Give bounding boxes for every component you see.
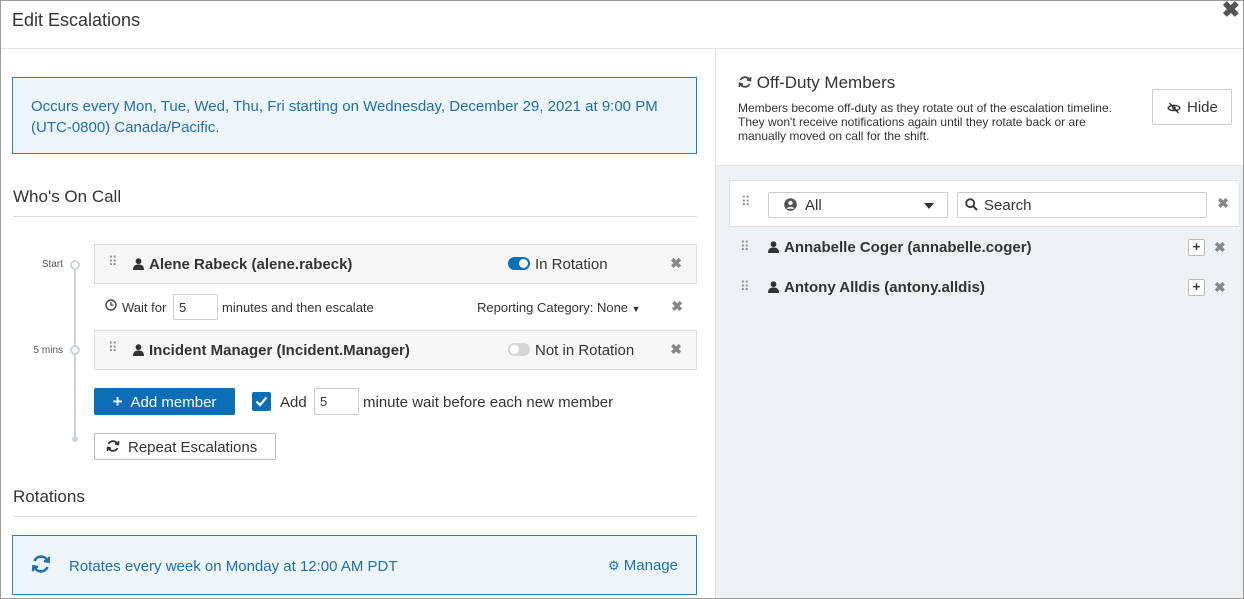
eye-slash-icon <box>1167 101 1181 118</box>
add-member-label: Add member <box>130 394 217 411</box>
off-duty-member-name-text: Antony Alldis (antony.alldis) <box>784 279 985 296</box>
off-duty-title-text: Off-Duty Members <box>756 73 896 92</box>
drag-handle-icon[interactable]: ⠿ <box>108 341 117 354</box>
escalation-member-row: ⠿ Alene Rabeck (alene.rabeck) In Rotatio… <box>94 244 697 284</box>
drag-handle-icon[interactable]: ⠿ <box>740 280 749 293</box>
remove-off-duty-icon[interactable]: ✖ <box>1214 239 1226 256</box>
search-box[interactable] <box>957 192 1207 218</box>
off-duty-header: Off-Duty Members Members become off-duty… <box>716 50 1243 166</box>
off-duty-member-row: ⠿ Antony Alldis (antony.alldis) + ✖ <box>740 278 1240 300</box>
drag-handle-icon[interactable]: ⠿ <box>108 255 117 268</box>
divider <box>13 216 697 217</box>
hide-button[interactable]: Hide <box>1152 89 1232 125</box>
checkmark-icon <box>255 396 268 407</box>
off-duty-title: Off-Duty Members <box>738 73 895 93</box>
clear-filter-icon[interactable]: ✖ <box>1217 195 1229 212</box>
member-name: Incident Manager (Incident.Manager) <box>133 342 410 360</box>
rotation-status-label: Not in Rotation <box>535 342 635 359</box>
user-icon <box>133 257 144 274</box>
reporting-category-dropdown[interactable]: Reporting Category: None ▼ <box>477 300 641 315</box>
search-icon <box>965 198 978 216</box>
edit-escalations-dialog: Edit Escalations ✖ Occurs every Mon, Tue… <box>0 0 1244 599</box>
timeline-dot <box>70 345 80 355</box>
member-name-text: Incident Manager (Incident.Manager) <box>149 342 410 359</box>
drag-handle-icon[interactable]: ⠿ <box>740 240 749 253</box>
add-to-escalation-button[interactable]: + <box>1188 279 1205 296</box>
off-duty-member-name-text: Annabelle Coger (annabelle.coger) <box>784 239 1032 256</box>
add-wait-suffix: minute wait before each new member <box>363 394 614 411</box>
rotations-title: Rotations <box>13 487 85 506</box>
rotation-toggle[interactable] <box>508 343 530 356</box>
manage-label: Manage <box>623 557 678 574</box>
hide-label: Hide <box>1187 99 1218 116</box>
off-duty-panel: Off-Duty Members Members become off-duty… <box>715 50 1243 598</box>
off-duty-member-row: ⠿ Annabelle Coger (annabelle.coger) + ✖ <box>740 238 1240 260</box>
add-member-button[interactable]: + Add member <box>94 388 235 415</box>
refresh-icon <box>106 439 120 457</box>
dialog-header: Edit Escalations ✖ <box>1 1 1243 49</box>
add-wait-checkbox[interactable] <box>252 392 271 411</box>
timeline-dot <box>70 260 80 270</box>
escalation-editor: Occurs every Mon, Tue, Wed, Thu, Fri sta… <box>1 50 715 598</box>
drag-handle-icon[interactable]: ⠿ <box>741 195 750 208</box>
user-icon <box>133 343 144 360</box>
caret-down-icon: ▼ <box>631 304 641 314</box>
member-filter-value: All <box>805 197 822 214</box>
add-wait-minutes-input[interactable] <box>314 388 359 415</box>
wait-suffix: minutes and then escalate <box>222 300 374 315</box>
user-icon <box>768 280 779 297</box>
off-duty-member-name: Antony Alldis (antony.alldis) <box>768 279 985 297</box>
close-icon[interactable]: ✖ <box>1222 1 1240 23</box>
clock-icon <box>105 299 117 314</box>
schedule-occurs-text: Occurs every Mon, Tue, Wed, Thu, Fri sta… <box>31 98 658 136</box>
timeline-end <box>72 436 78 442</box>
wait-prefix: Wait for <box>122 300 167 315</box>
plus-icon: + <box>112 392 123 411</box>
gear-icon: ⚙ <box>607 558 620 573</box>
rotation-status-label: In Rotation <box>535 256 608 273</box>
remove-wait-icon[interactable]: ✖ <box>671 298 683 315</box>
member-name-text: Alene Rabeck (alene.rabeck) <box>149 256 353 273</box>
remove-member-icon[interactable]: ✖ <box>670 341 682 358</box>
reporting-category-label: Reporting Category: None <box>477 300 629 315</box>
remove-member-icon[interactable]: ✖ <box>670 255 682 272</box>
schedule-info-box: Occurs every Mon, Tue, Wed, Thu, Fri sta… <box>12 77 697 154</box>
remove-off-duty-icon[interactable]: ✖ <box>1214 279 1226 296</box>
timeline-label-start: Start <box>41 259 63 270</box>
search-input[interactable] <box>984 195 1194 215</box>
rotation-text: Rotates every week on Monday at 12:00 AM… <box>69 558 398 575</box>
caret-down-icon <box>924 203 934 209</box>
off-duty-member-name: Annabelle Coger (annabelle.coger) <box>768 239 1032 257</box>
dialog-title: Edit Escalations <box>12 10 141 30</box>
manage-rotation-link[interactable]: ⚙ Manage <box>608 557 678 574</box>
wait-minutes-input[interactable] <box>173 294 218 320</box>
user-icon <box>768 240 779 257</box>
off-duty-description: Members become off-duty as they rotate o… <box>738 101 1112 143</box>
refresh-icon <box>738 73 757 92</box>
off-duty-filter-row: ⠿ All ✖ <box>729 180 1240 227</box>
member-name: Alene Rabeck (alene.rabeck) <box>133 256 352 274</box>
divider <box>13 516 697 517</box>
rotation-toggle[interactable] <box>508 257 530 270</box>
user-circle-icon <box>784 198 797 215</box>
repeat-escalations-label: Repeat Escalations <box>128 439 258 456</box>
repeat-escalations-button[interactable]: Repeat Escalations <box>94 433 276 460</box>
add-to-escalation-button[interactable]: + <box>1188 239 1205 256</box>
escalation-wait-row: Wait for minutes and then escalate Repor… <box>105 294 697 320</box>
rotation-info-box: Rotates every week on Monday at 12:00 AM… <box>12 535 697 595</box>
whos-on-call-title: Who's On Call <box>13 187 122 206</box>
add-wait-label: Add <box>280 394 307 411</box>
timeline-label-5-mins: 5 mins <box>33 345 63 356</box>
escalation-member-row: ⠿ Incident Manager (Incident.Manager) No… <box>94 330 697 370</box>
rotate-icon <box>31 554 51 579</box>
member-filter-select[interactable]: All <box>768 192 948 218</box>
